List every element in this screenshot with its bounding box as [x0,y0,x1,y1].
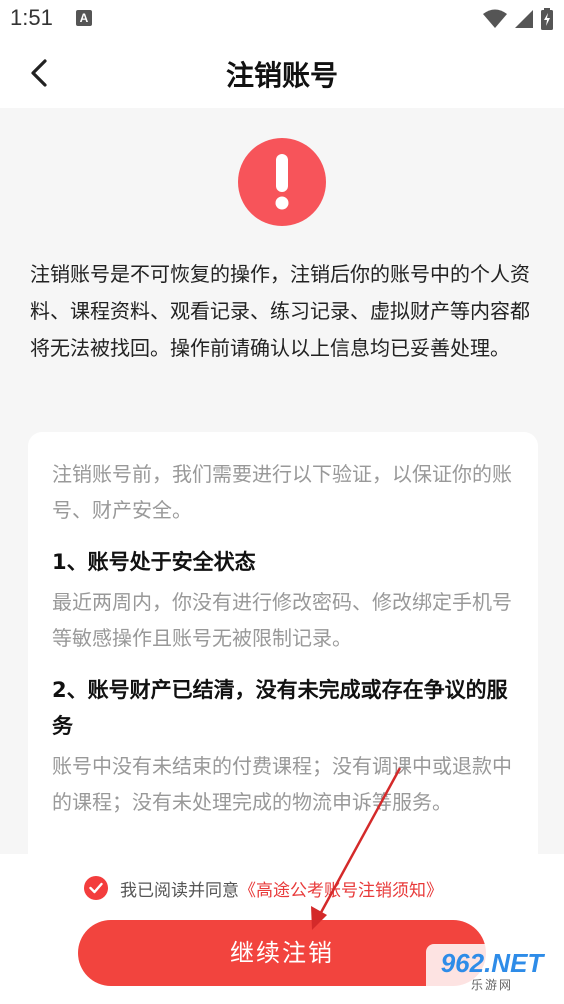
section-body: 账号中没有未结束的付费课程；没有调课中或退款中的课程；没有未处理完成的物流申诉等… [52,754,512,814]
agreement-link[interactable]: 《高途公考账号注销须知》 [239,881,443,901]
card-intro: 注销账号前，我们需要进行以下验证，以保证你的账号、财产安全。 [52,462,512,522]
section-title: 1、账号处于安全状态 [52,550,256,574]
agreement-row: 我已阅读并同意《高途公考账号注销须知》 [84,874,443,902]
nav-bar: 注销账号 [0,38,564,108]
warning-text: 注销账号是不可恢复的操作，注销后你的账号中的个人资料、课程资料、观看记录、练习记… [30,262,530,360]
exclamation-icon [238,138,326,226]
verification-card: 注销账号前，我们需要进行以下验证，以保证你的账号、财产安全。 1、账号处于安全状… [28,432,538,872]
status-icons [482,8,554,30]
continue-cancel-button[interactable]: 继续注销 [78,920,486,986]
notification-a-icon: A [76,10,92,26]
watermark-logo: 962.NET 乐游网 [426,944,558,998]
section-title: 2、账号财产已结清，没有未完成或存在争议的服务 [52,678,508,738]
wifi-icon [483,9,507,28]
watermark-brand: 962.NET [440,947,544,978]
watermark-sub: 乐游网 [470,977,513,992]
signal-icon [515,10,533,28]
status-time: 1:51 [10,5,53,30]
checkbox-checked-icon[interactable] [84,876,108,900]
agreement-text: 我已阅读并同意 [120,880,239,901]
page-title: 注销账号 [225,59,338,92]
section-body: 最近两周内，你没有进行修改密码、修改绑定手机号等敏感操作且账号无被限制记录。 [52,590,512,650]
battery-icon [541,8,553,30]
status-bar: 1:51 A [0,0,564,38]
